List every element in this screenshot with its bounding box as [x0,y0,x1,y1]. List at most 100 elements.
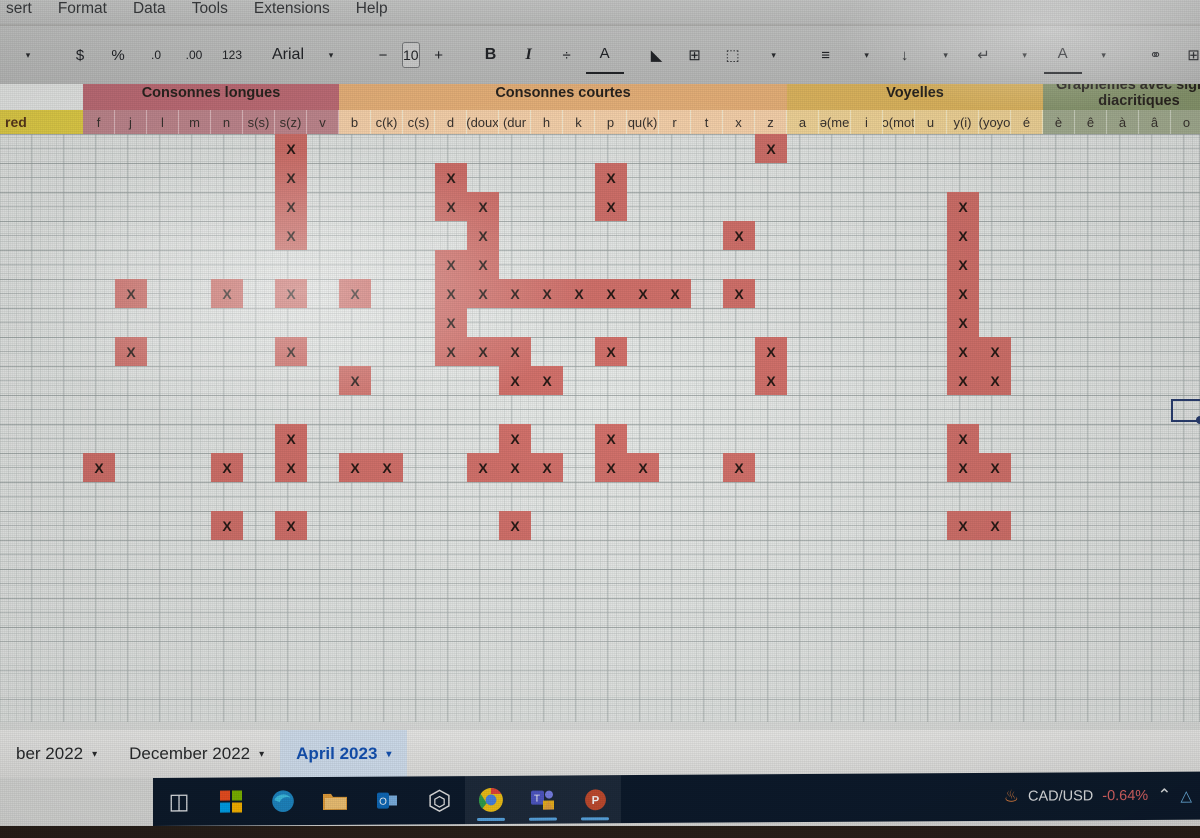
merge-cells-caret-icon[interactable]: ▾ [755,38,793,72]
grid-mark-cell[interactable]: X [755,134,787,163]
grid-mark-cell[interactable]: X [947,366,979,395]
sheet-tab-caret-icon[interactable]: ▾ [92,749,97,760]
grid-mark-cell[interactable]: X [115,337,147,366]
text-rotation-caret-icon[interactable]: ▾ [1085,38,1123,72]
grid-mark-cell[interactable]: X [211,279,243,308]
menu-item-help[interactable]: Help [356,0,388,18]
grid-mark-cell[interactable]: X [499,279,531,308]
grid-mark-cell[interactable]: X [563,279,595,308]
horizontal-align-caret-icon[interactable]: ▾ [848,38,886,72]
sheet-tab-caret-icon[interactable]: ▾ [386,749,391,760]
grid-mark-cell[interactable]: X [947,308,979,337]
grid-mark-cell[interactable]: X [275,221,307,250]
sheet-tab-2[interactable]: April 2023 ▾ [280,730,408,778]
grid-mark-cell[interactable]: X [467,337,499,366]
more-formats-caret-icon[interactable]: ▾ [9,38,47,72]
microsoft-store-icon[interactable] [205,777,257,825]
grid-mark-cell[interactable]: X [435,308,467,337]
horizontal-scrollbar-track[interactable] [0,722,1200,730]
grid-mark-cell[interactable]: X [467,250,499,279]
grid-mark-cell[interactable]: X [275,134,307,163]
grid-mark-cell[interactable]: X [115,279,147,308]
font-family-caret-icon[interactable]: ▾ [312,38,350,72]
grid-mark-cell[interactable]: X [435,279,467,308]
grid-mark-cell[interactable]: X [211,453,243,482]
grid-mark-cell[interactable]: X [755,337,787,366]
grid-mark-cell[interactable]: X [499,511,531,540]
grid-mark-cell[interactable]: X [627,279,659,308]
increase-font-size-button[interactable]: + [420,38,458,72]
grid-mark-cell[interactable]: X [435,192,467,221]
ticker-label[interactable]: CAD/USD [1028,788,1093,804]
grid-mark-cell[interactable]: X [435,250,467,279]
grid-mark-cell[interactable]: X [83,453,115,482]
grid-mark-cell[interactable]: X [755,366,787,395]
grid-mark-cell[interactable]: X [723,279,755,308]
text-color-button[interactable]: A [585,37,624,74]
sheet-tab-0[interactable]: ber 2022 ▾ [0,730,113,778]
grid-mark-cell[interactable]: X [275,279,307,308]
bold-button[interactable]: B [472,38,510,72]
font-size-input[interactable]: 10 [402,42,420,68]
menu-item-insert[interactable]: sert [6,0,32,18]
grid-mark-cell[interactable]: X [467,221,499,250]
grid-mark-cell[interactable]: X [531,366,563,395]
strikethrough-button[interactable]: ÷ [548,38,586,72]
grid-mark-cell[interactable]: X [211,511,243,540]
menu-item-tools[interactable]: Tools [192,0,228,18]
grid-mark-cell[interactable]: X [435,163,467,192]
text-wrapping-caret-icon[interactable]: ▾ [1006,38,1044,72]
insert-link-icon[interactable]: ⚭ [1137,38,1175,72]
grid-mark-cell[interactable]: X [947,511,979,540]
task-view-icon[interactable]: ◫ [153,778,205,826]
grid-mark-cell[interactable]: X [275,424,307,453]
google-chrome-icon[interactable] [465,775,517,825]
grid[interactable]: Consonnes longues Consonnes courtes Voyell… [0,84,1200,730]
ticker-change[interactable]: -0.64% [1102,788,1148,804]
horizontal-align-icon[interactable]: ≡ [807,38,845,72]
outlook-icon[interactable]: O [361,776,413,824]
grid-mark-cell[interactable]: X [467,279,499,308]
grid-mark-cell[interactable]: X [531,453,563,482]
text-rotation-icon[interactable]: A [1043,37,1082,74]
grid-mark-cell[interactable]: X [275,337,307,366]
grid-mark-cell[interactable]: X [595,163,627,192]
row-label-red[interactable]: red [0,110,83,134]
spreadsheet-area[interactable]: BCDEFGHIJKLMNOPQRSTUVWXYZAAABACADAEAFAGA… [0,84,1200,730]
grid-mark-cell[interactable]: X [947,453,979,482]
grid-mark-cell[interactable]: X [499,337,531,366]
grid-mark-cell[interactable]: X [595,279,627,308]
grid-mark-cell[interactable]: X [947,250,979,279]
grid-mark-cell[interactable]: X [499,424,531,453]
text-wrapping-icon[interactable]: ↵ [965,38,1003,72]
cube-app-icon[interactable] [413,776,465,824]
vertical-align-caret-icon[interactable]: ▾ [927,38,965,72]
grid-mark-cell[interactable]: X [531,279,563,308]
grid-mark-cell[interactable]: X [275,511,307,540]
selected-cell[interactable] [1171,399,1200,424]
grid-mark-cell[interactable]: X [499,366,531,395]
grid-mark-cell[interactable]: X [371,453,403,482]
borders-icon[interactable]: ⊞ [676,38,714,72]
show-hidden-icons-chevron-icon[interactable]: ⌃ [1157,786,1171,806]
more-number-formats-button[interactable]: 123 [213,38,251,72]
grid-mark-cell[interactable]: X [947,337,979,366]
microsoft-edge-icon[interactable] [257,777,309,825]
grid-mark-cell[interactable]: X [595,192,627,221]
sheet-tab-1[interactable]: December 2022 ▾ [113,730,280,778]
grid-mark-cell[interactable]: X [947,424,979,453]
grid-mark-cell[interactable]: X [723,221,755,250]
grid-mark-cell[interactable]: X [339,279,371,308]
insert-comment-icon[interactable]: ⊞ [1175,38,1200,72]
increase-decimal-button[interactable]: .00 [175,38,213,72]
grid-mark-cell[interactable]: X [659,279,691,308]
grid-mark-cell[interactable]: X [275,453,307,482]
menu-item-extensions[interactable]: Extensions [254,0,330,18]
grid-mark-cell[interactable]: X [467,453,499,482]
percent-format-button[interactable]: % [99,38,137,72]
grid-mark-cell[interactable]: X [947,192,979,221]
grid-mark-cell[interactable]: X [467,192,499,221]
file-explorer-icon[interactable] [309,777,361,825]
menu-item-data[interactable]: Data [133,0,166,18]
decrease-font-size-button[interactable]: − [364,38,402,72]
